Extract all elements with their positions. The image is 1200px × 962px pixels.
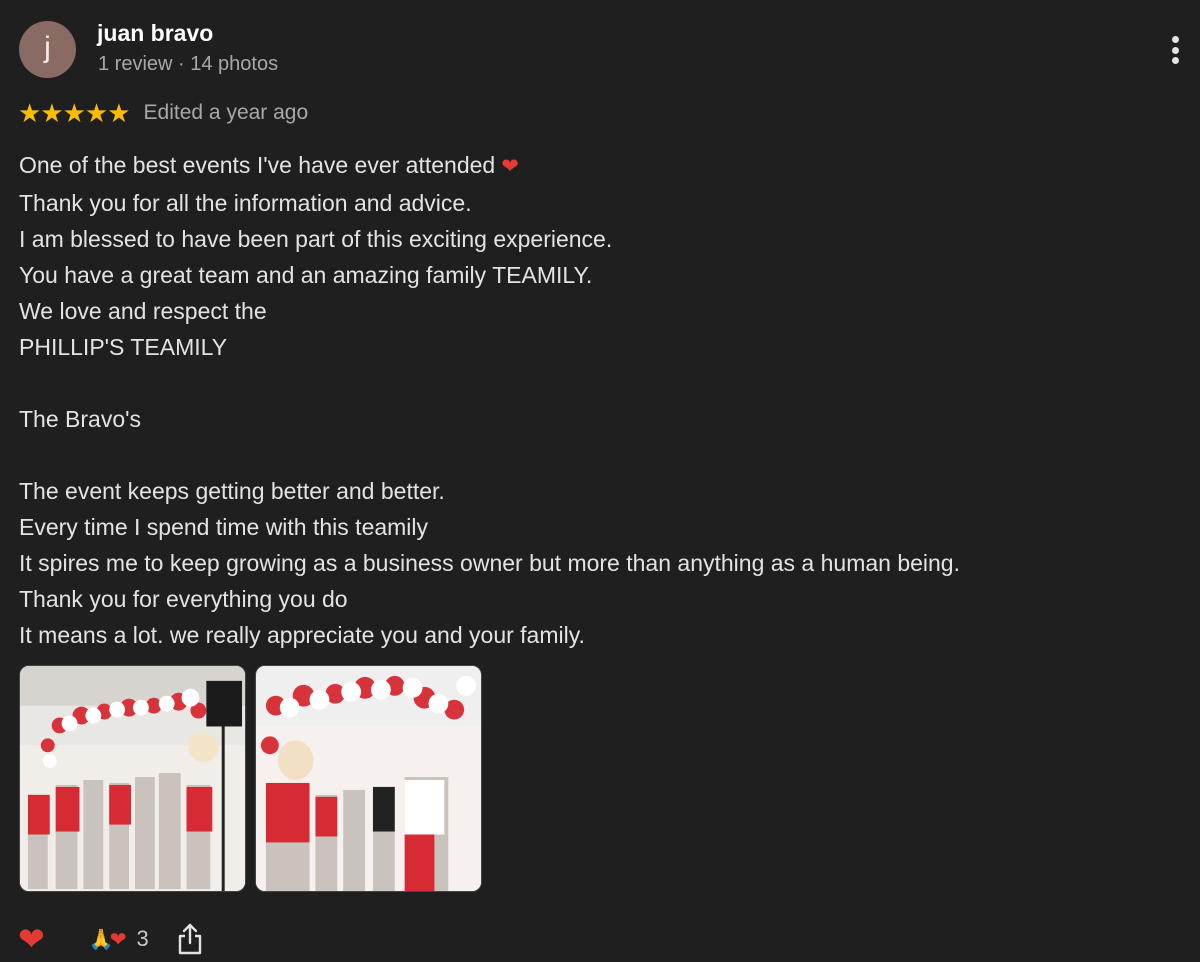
- review-line: [19, 437, 1179, 473]
- review-photo-1[interactable]: [19, 665, 246, 892]
- rating-row: ★★★★★ Edited a year ago: [18, 98, 308, 128]
- review-line: It means a lot. we really appreciate you…: [19, 622, 585, 648]
- share-icon[interactable]: [177, 922, 203, 956]
- more-options-icon[interactable]: [1163, 32, 1187, 68]
- group-photo-1-icon: [20, 666, 245, 891]
- review-text: One of the best events I've have ever at…: [19, 147, 1179, 653]
- review-card: j juan bravo 1 review · 14 photos ★★★★★ …: [0, 0, 1200, 962]
- review-line: You have a great team and an amazing fam…: [19, 262, 593, 288]
- photo-gallery: [19, 665, 482, 892]
- reaction-count: 3: [136, 926, 149, 951]
- reviewer-meta: 1 review · 14 photos: [98, 53, 279, 75]
- like-heart-icon[interactable]: ❤: [18, 919, 45, 959]
- heart-emoji-icon: ❤: [501, 155, 519, 178]
- review-line: The Bravo's: [19, 406, 141, 432]
- review-line: I am blessed to have been part of this e…: [19, 226, 613, 252]
- edited-timestamp: Edited a year ago: [143, 101, 309, 124]
- review-line: PHILLIP'S TEAMILY: [19, 334, 228, 360]
- review-line: Every time I spend time with this teamil…: [19, 514, 429, 540]
- review-line: It spires me to keep growing as a busine…: [19, 550, 960, 576]
- review-photo-2[interactable]: [255, 665, 482, 892]
- review-line: [19, 365, 1179, 401]
- avatar[interactable]: j: [19, 21, 76, 78]
- reviewer-name[interactable]: juan bravo: [97, 20, 213, 47]
- review-line: The event keeps getting better and bette…: [19, 478, 445, 504]
- reactions-summary[interactable]: 🙏 ❤ 3: [89, 926, 149, 952]
- heart-reaction-icon: ❤: [109, 928, 127, 951]
- group-photo-2-icon: [256, 666, 481, 891]
- review-actions: ❤ 🙏 ❤ 3: [18, 919, 203, 959]
- review-line: We love and respect the: [19, 298, 267, 324]
- review-line: Thank you for all the information and ad…: [19, 190, 472, 216]
- review-line: Thank you for everything you do: [19, 586, 348, 612]
- review-line: One of the best events I've have ever at…: [19, 152, 519, 178]
- star-rating: ★★★★★: [18, 98, 131, 128]
